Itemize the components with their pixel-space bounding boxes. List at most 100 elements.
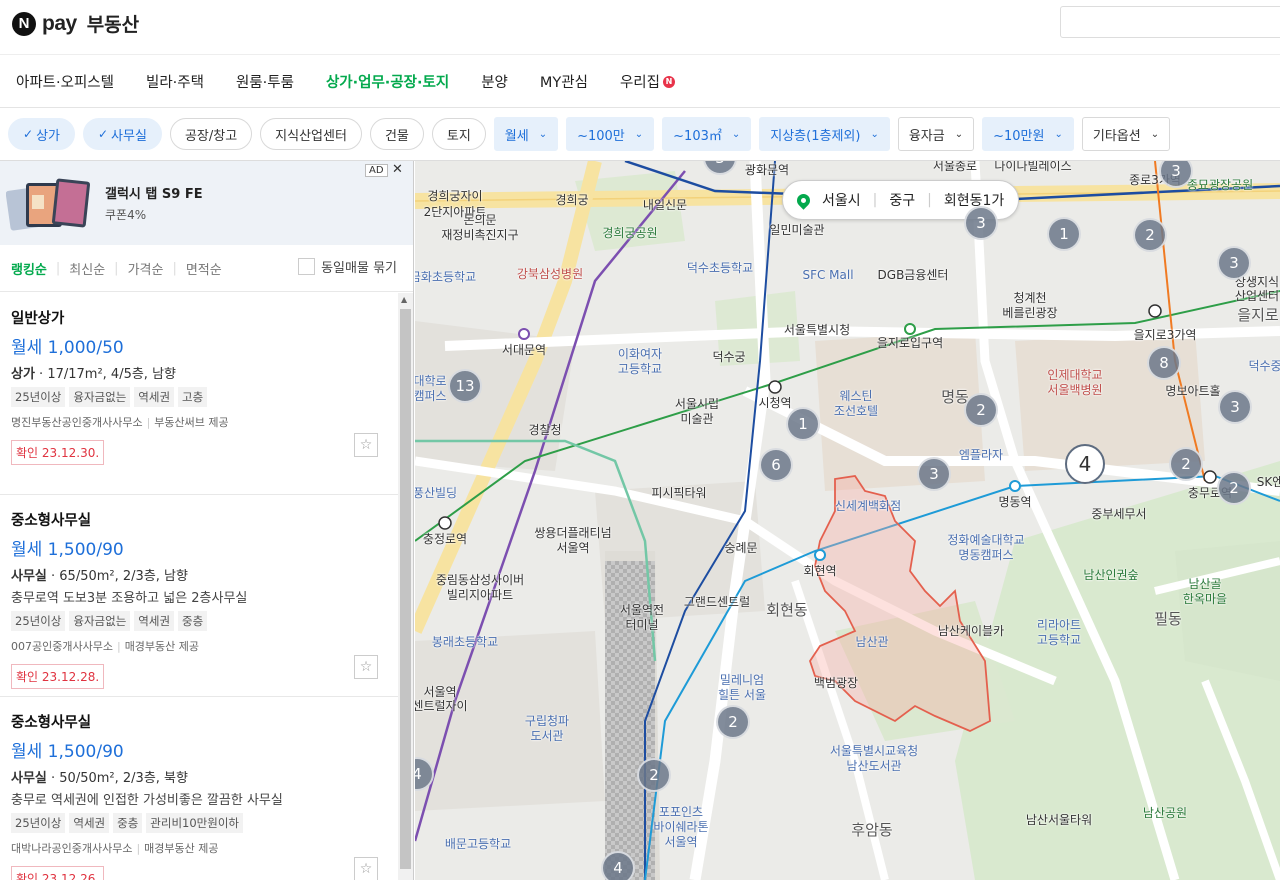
map-label: 명보아트홀 xyxy=(1165,384,1221,398)
map-label: 덕수중 xyxy=(1248,359,1280,373)
map-label: 경찰청 xyxy=(528,423,562,437)
map-label: 나이나빌레이스 xyxy=(994,161,1072,173)
sort-area[interactable]: 면적순 xyxy=(186,259,222,278)
search-input[interactable] xyxy=(1060,6,1280,38)
nav-my-interest[interactable]: MY관심 xyxy=(540,71,588,92)
listing-price: 월세 1,500/90 xyxy=(11,540,124,560)
listing-cluster[interactable]: 2 xyxy=(716,705,750,739)
divider: | xyxy=(172,260,177,276)
provider: 매경부동산 제공 xyxy=(144,842,219,855)
listing-cluster[interactable]: 3 xyxy=(964,206,998,240)
listing-cluster[interactable]: 2 xyxy=(637,758,671,792)
agent-name: 대박나라공인중개사사무소 xyxy=(11,842,133,855)
group-checkbox[interactable] xyxy=(298,258,316,275)
chip-office[interactable]: ✓ 사무실 xyxy=(82,118,162,150)
map-label: 백범광장 xyxy=(813,676,859,690)
listing-cluster[interactable]: 6 xyxy=(759,448,793,482)
list-item[interactable]: 중소형사무실 월세 1,500/90 사무실 · 50/50m², 2/3층, … xyxy=(0,697,398,880)
group-same-listings[interactable]: 동일매물 묶기 xyxy=(298,257,397,276)
map-label: 회현역 xyxy=(803,564,837,578)
dropdown-loan[interactable]: 융자금 ⌄ xyxy=(897,117,975,151)
ad-banner[interactable]: 갤럭시 탭 S9 FE 쿠폰4% AD ✕ xyxy=(0,161,413,245)
listing-cluster[interactable]: 4 xyxy=(601,851,635,880)
naver-n-icon: N xyxy=(12,11,36,36)
listing-type: 상가 xyxy=(11,367,35,382)
dropdown-label: ~100만 xyxy=(577,128,625,144)
listing-cluster[interactable]: 2 xyxy=(964,393,998,427)
map-label: SK엔 xyxy=(1256,475,1280,489)
map-label: 그랜드센트럴 xyxy=(683,595,751,609)
map-label: 남산서울타워 xyxy=(1025,813,1093,827)
listing-cluster[interactable]: 3 xyxy=(917,457,951,491)
map-label: 시청역 xyxy=(758,396,792,410)
dropdown-price[interactable]: ~100만 ⌄ xyxy=(566,117,655,151)
breadcrumb-city[interactable]: 서울시 xyxy=(822,190,861,210)
dropdown-deal-type[interactable]: 월세 ⌄ xyxy=(493,117,559,151)
dropdown-maintenance-fee[interactable]: ~10만원 ⌄ xyxy=(982,117,1074,151)
list-item[interactable]: 중소형사무실 월세 1,500/90 사무실 · 65/50m², 2/3층, … xyxy=(0,495,398,697)
naver-pay-logo[interactable]: N pay 부동산 xyxy=(12,10,139,37)
listing-cluster[interactable]: 13 xyxy=(448,369,482,403)
sort-price[interactable]: 가격순 xyxy=(128,259,164,278)
listing-cluster[interactable]: 1 xyxy=(1047,217,1081,251)
ad-title: 갤럭시 탭 S9 FE xyxy=(105,187,203,202)
listing-spec-detail: · 65/50m², 2/3층, 남향 xyxy=(46,569,188,584)
confirm-date-badge: 확인 23.12.28. xyxy=(11,664,105,689)
dropdown-floor[interactable]: 지상층(1층제외) ⌄ xyxy=(759,117,890,151)
sort-ranking[interactable]: 랭킹순 xyxy=(11,259,47,278)
breadcrumb-district[interactable]: 중구 xyxy=(889,190,915,210)
map-label: 센트럴자이 xyxy=(415,699,468,713)
listing-agent: 명진부동산공인중개사사무소 | 부동산써브 제공 xyxy=(11,414,387,430)
listing-cluster[interactable]: 3 xyxy=(1218,390,1252,424)
nav-oneroom[interactable]: 원룸·투룸 xyxy=(236,71,294,92)
listing-cluster[interactable]: 2 xyxy=(1217,471,1251,505)
tag: 역세권 xyxy=(69,813,110,833)
map-label: 풍산빌딩 xyxy=(415,486,458,500)
nav-my-home[interactable]: 우리집 N xyxy=(620,71,675,92)
listing-cluster[interactable]: 8 xyxy=(1147,346,1181,380)
scroll-thumb[interactable] xyxy=(400,309,411,869)
nav-apartment[interactable]: 아파트·오피스텔 xyxy=(16,71,114,92)
dropdown-other-options[interactable]: 기타옵션 ⌄ xyxy=(1081,117,1171,151)
map-label: 남산케이블카 xyxy=(937,624,1005,638)
map-label: 남산공원 xyxy=(1142,806,1188,820)
tablet-product-image xyxy=(6,178,91,231)
chip-land[interactable]: 토지 xyxy=(431,118,486,150)
listing-cluster[interactable]: 2 xyxy=(1169,447,1203,481)
star-icon[interactable]: ☆ xyxy=(354,433,378,457)
star-icon[interactable]: ☆ xyxy=(354,857,378,880)
scrollbar[interactable]: ▲ xyxy=(398,293,413,880)
selected-cluster[interactable]: 4 xyxy=(1065,444,1105,484)
chip-building[interactable]: 건물 xyxy=(369,118,424,150)
chip-knowledge-center[interactable]: 지식산업센터 xyxy=(260,118,362,150)
chevron-down-icon: ⌄ xyxy=(538,128,548,140)
listing-spec-detail: · 50/50m², 2/3층, 북향 xyxy=(46,771,188,786)
listing-title: 일반상가 xyxy=(11,311,65,327)
listing-description: 충무로 역세권에 인접한 가성비좋은 깔끔한 사무실 xyxy=(11,793,283,808)
nav-presale[interactable]: 분양 xyxy=(481,71,508,92)
tag: 25년이상 xyxy=(11,813,66,833)
tag: 융자금없는 xyxy=(69,387,131,407)
chevron-down-icon: ⌄ xyxy=(731,128,741,140)
listing-cluster[interactable]: 2 xyxy=(1133,218,1167,252)
star-icon[interactable]: ☆ xyxy=(354,655,378,679)
map-label: 경희궁 xyxy=(555,193,589,207)
close-icon[interactable]: ✕ xyxy=(392,162,403,177)
list-item[interactable]: 일반상가 월세 1,000/50 상가 · 17/17m², 4/5층, 남향 … xyxy=(0,293,398,495)
listing-cluster[interactable]: 3 xyxy=(1217,246,1251,280)
agent-name: 명진부동산공인중개사사무소 xyxy=(11,416,143,429)
chevron-down-icon: ⌄ xyxy=(1150,128,1160,140)
dropdown-label: 월세 xyxy=(504,128,529,144)
scroll-up-arrow-icon[interactable]: ▲ xyxy=(401,295,407,304)
sort-latest[interactable]: 최신순 xyxy=(69,259,105,278)
map-view[interactable]: 서울시 | 중구 | 회현동1가 광화문역 경희궁자이 2단지아파트 돈의문 재… xyxy=(415,161,1280,880)
nav-commercial[interactable]: 상가·업무·공장·토지 xyxy=(326,71,449,92)
chip-store[interactable]: ✓ 상가 xyxy=(8,118,75,150)
map-label: 도서관 xyxy=(530,729,564,743)
divider: | xyxy=(114,260,119,276)
group-label: 동일매물 묶기 xyxy=(321,261,397,276)
nav-villa[interactable]: 빌라·주택 xyxy=(146,71,204,92)
listing-cluster[interactable]: 1 xyxy=(786,407,820,441)
dropdown-area[interactable]: ~103㎡ ⌄ xyxy=(662,117,752,151)
chip-factory[interactable]: 공장/창고 xyxy=(169,118,253,150)
